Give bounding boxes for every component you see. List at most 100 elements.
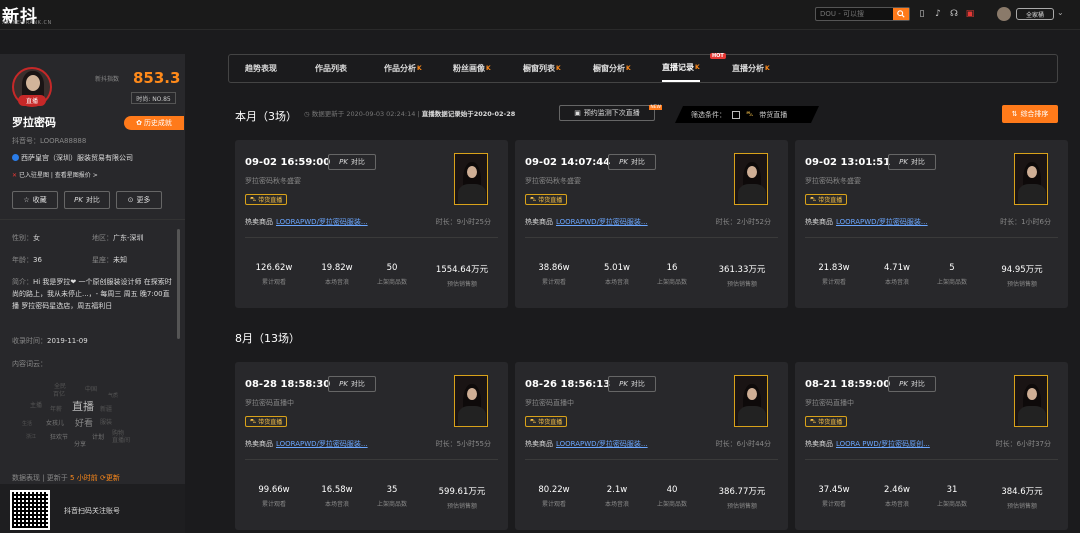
- phone-icon[interactable]: ▯: [917, 8, 927, 20]
- stat-label: 累计观看: [261, 279, 286, 286]
- selling-live-tag: ⛍ 带货直播: [525, 416, 568, 427]
- sort-icon: ⇅: [1011, 110, 1018, 118]
- pk-compare-button[interactable]: PK 对比: [888, 376, 936, 392]
- stat-value: 80.22w: [538, 485, 570, 495]
- pk-compare-button[interactable]: PK 对比: [888, 154, 936, 170]
- tab-works-analysis[interactable]: 作品分析 K: [384, 55, 422, 82]
- tiktok-icon[interactable]: ♪: [933, 8, 943, 20]
- stat-label: 累计观看: [821, 501, 846, 508]
- pk-icon: PK: [619, 158, 628, 166]
- zodiac: 星座：未知: [92, 256, 127, 264]
- compare-button[interactable]: PK 对比: [64, 191, 110, 209]
- qr-section: 抖音扫码关注账号: [0, 484, 185, 533]
- headset-icon[interactable]: ☊: [949, 8, 959, 20]
- stat-label: 预估销售额: [446, 281, 477, 288]
- rank-badge: 时尚: NO.85: [131, 92, 176, 104]
- product-link[interactable]: LOORAPWD/罗拉密码服装...: [556, 440, 648, 448]
- stat-value: 94.95万元: [1001, 265, 1043, 275]
- live-start-time: 09-02 16:59:00: [245, 157, 331, 168]
- region: 地区：广东-深圳: [92, 234, 144, 242]
- tab-works-list[interactable]: 作品列表: [315, 55, 347, 82]
- vip-icon: K: [556, 65, 561, 72]
- live-thumbnail[interactable]: [734, 375, 768, 427]
- filter-checkbox[interactable]: [732, 111, 740, 119]
- stat-value: 2.1w: [606, 485, 628, 495]
- stat-label: 预估销售额: [1006, 503, 1037, 510]
- live-thumbnail[interactable]: [1014, 375, 1048, 427]
- more-icon: ⊙: [127, 196, 134, 204]
- tab-trend[interactable]: 趋势表现: [245, 55, 277, 82]
- pk-compare-button[interactable]: PK 对比: [328, 376, 376, 392]
- refresh-button[interactable]: ⟳更新: [100, 474, 120, 482]
- selling-live-tag: ⛍ 带货直播: [805, 194, 848, 205]
- stat-block: 16.58w 本场音浪: [307, 485, 367, 508]
- vip-icon: K: [486, 65, 491, 72]
- live-duration: 时长：2小时52分: [715, 218, 771, 226]
- live-record-card[interactable]: 08-26 18:56:13 PK 对比 罗拉密码直播中 ⛍ 带货直播 热卖商品 LOORAP…: [515, 362, 788, 530]
- tab-live-analysis[interactable]: 直播分析 K: [732, 55, 770, 82]
- product-link[interactable]: LOORA PWD/罗拉密码原创...: [836, 440, 930, 448]
- live-thumbnail[interactable]: [454, 153, 488, 205]
- hot-product: 热卖商品 LOORAPWD/罗拉密码服装...: [805, 218, 928, 226]
- sort-button[interactable]: ⇅ 综合排序: [1002, 105, 1058, 123]
- tab-fans-profile[interactable]: 粉丝画像 K: [453, 55, 491, 82]
- pk-compare-button[interactable]: PK 对比: [328, 154, 376, 170]
- plan-button[interactable]: 全家桶: [1016, 8, 1054, 20]
- pk-compare-button[interactable]: PK 对比: [608, 376, 656, 392]
- product-link[interactable]: LOORAPWD/罗拉密码服装...: [276, 218, 368, 226]
- search-button[interactable]: [893, 8, 909, 20]
- stat-value: 5.01w: [604, 263, 630, 273]
- month-section-title-aug: 8月（13场）: [235, 332, 300, 345]
- more-button[interactable]: ⊙ 更多: [116, 191, 162, 209]
- hot-product: 热卖商品 LOORAPWD/罗拉密码服装...: [525, 218, 648, 226]
- profile-intro: 简介：Hi 我是罗拉❤ 一个原创服装设计师 在探索时尚的路上，我从未停止...，…: [12, 278, 172, 310]
- stat-label: 预估销售额: [1006, 281, 1037, 288]
- stat-block: 2.46w 本场音浪: [867, 485, 927, 508]
- tab-bar: 趋势表现 作品列表 作品分析 K 粉丝画像 K 橱窗列表 K 橱窗分析 K 直播记录 K H…: [228, 53, 1058, 83]
- tab-live-records[interactable]: 直播记录 K HOT: [662, 53, 726, 82]
- stat-label: 上架商品数: [656, 279, 687, 286]
- selling-live-tag: ⛍ 带货直播: [245, 416, 288, 427]
- stat-block: 384.6万元 预估销售额: [992, 485, 1052, 510]
- stat-value: 37.45w: [818, 485, 850, 495]
- live-record-card[interactable]: 08-28 18:58:30 PK 对比 罗拉密码直播中 ⛍ 带货直播 热卖商品 LOORAP…: [235, 362, 508, 530]
- divider: [245, 237, 498, 238]
- tab-window-analysis[interactable]: 橱窗分析 K: [593, 55, 631, 82]
- collect-button[interactable]: ☆ 收藏: [12, 191, 58, 209]
- stat-block: 5 上架商品数: [922, 263, 982, 286]
- sidebar-scrollbar[interactable]: [177, 229, 180, 339]
- live-record-card[interactable]: 09-02 14:07:44 PK 对比 罗拉密码秋冬盛宴 ⛍ 带货直播 热卖商品 LOORA…: [515, 140, 788, 308]
- search-input[interactable]: [816, 8, 894, 20]
- star-map-link[interactable]: ✕ 已入驻星图 | 查看星图报价 >: [12, 170, 98, 179]
- history-achievement-button[interactable]: ✿ 历史成就: [124, 116, 184, 130]
- tab-window-list[interactable]: 橱窗列表 K: [523, 55, 561, 82]
- product-link[interactable]: LOORAPWD/罗拉密码服装...: [276, 440, 368, 448]
- reserve-monitor-button[interactable]: ▣ 预约监测下次直播 NEW: [559, 105, 662, 121]
- stat-label: 上架商品数: [656, 501, 687, 508]
- live-thumbnail[interactable]: [454, 375, 488, 427]
- top-bar: 新抖 XD.NEWRANK.CN ▯ ♪ ☊ ▣ 全家桶 ⌄: [0, 0, 1080, 30]
- live-duration: 时长：1小时6分: [1000, 218, 1051, 226]
- pk-compare-button[interactable]: PK 对比: [608, 154, 656, 170]
- stat-block: 4.71w 本场音浪: [867, 263, 927, 286]
- product-link[interactable]: LOORAPWD/罗拉密码服装...: [556, 218, 648, 226]
- stat-value: 16: [666, 263, 678, 273]
- stat-value: 5: [949, 263, 955, 273]
- user-avatar[interactable]: [997, 7, 1011, 21]
- live-record-card[interactable]: 09-02 13:01:51 PK 对比 罗拉密码秋冬盛宴 ⛍ 带货直播 热卖商品 LOORA…: [795, 140, 1068, 308]
- selling-live-tag: ⛍ 带货直播: [525, 194, 568, 205]
- search-box: [815, 7, 910, 21]
- profile-sidebar: 直播 新抖指数 853.3 时尚: NO.85 罗拉密码 ✿ 历史成就 抖音号：L…: [0, 54, 185, 533]
- live-record-card[interactable]: 09-02 16:59:00 PK 对比 罗拉密码秋冬盛宴 ⛍ 带货直播 热卖商品 LOORA…: [235, 140, 508, 308]
- qr-caption: 抖音扫码关注账号: [64, 507, 120, 515]
- gift-icon[interactable]: ▣: [965, 8, 975, 20]
- live-record-card[interactable]: 08-21 18:59:00 PK 对比 罗拉密码直播中 ⛍ 带货直播 热卖商品 LOORA …: [795, 362, 1068, 530]
- vip-icon: K: [417, 65, 422, 72]
- divider: [525, 237, 778, 238]
- chevron-down-icon[interactable]: ⌄: [1057, 8, 1064, 17]
- live-thumbnail[interactable]: [1014, 153, 1048, 205]
- profile-name: 罗拉密码: [12, 116, 56, 129]
- profile-actions: ☆ 收藏 PK 对比 ⊙ 更多: [12, 191, 162, 209]
- live-thumbnail[interactable]: [734, 153, 768, 205]
- product-link[interactable]: LOORAPWD/罗拉密码服装...: [836, 218, 928, 226]
